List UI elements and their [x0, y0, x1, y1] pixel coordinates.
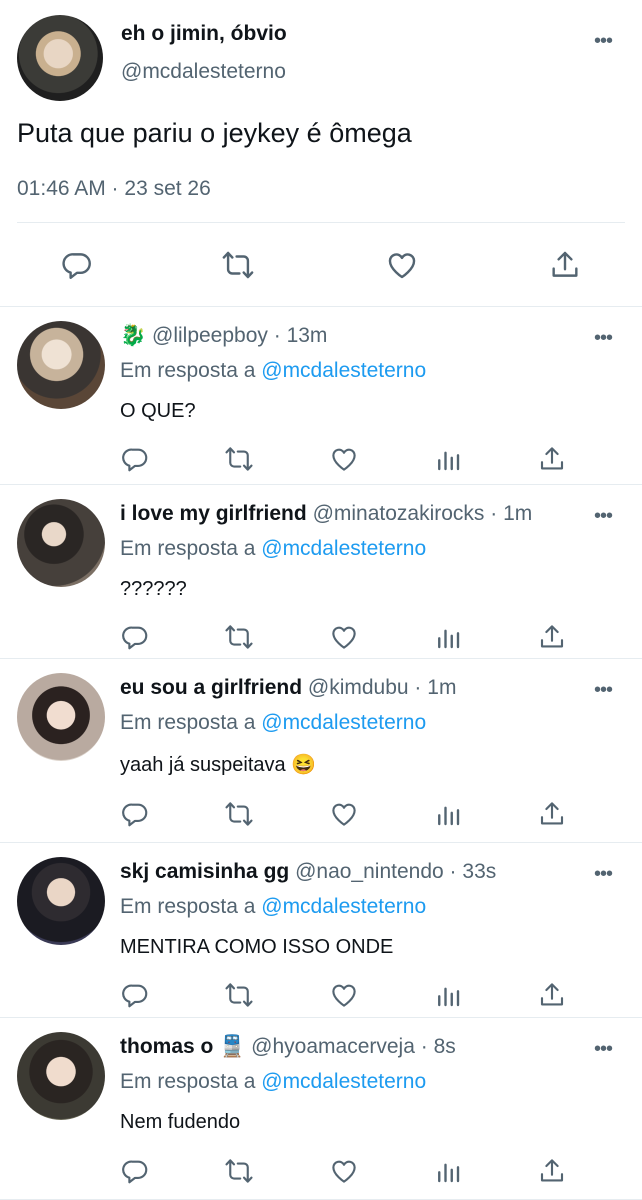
mention-link[interactable]: @mcdalesteterno: [261, 1070, 426, 1093]
share-icon[interactable]: [537, 799, 567, 829]
reply-text: MENTIRA COMO ISSO ONDE: [120, 936, 394, 958]
in-reply-to: Em resposta a @mcdalesteterno: [120, 895, 426, 919]
like-icon[interactable]: [329, 622, 359, 652]
reply-icon[interactable]: [120, 444, 150, 474]
reply-time[interactable]: 1m: [503, 502, 532, 525]
analytics-icon[interactable]: [433, 444, 463, 474]
analytics-icon[interactable]: [433, 622, 463, 652]
reply-handle[interactable]: @kimdubu: [308, 676, 409, 699]
more-options-icon[interactable]: •••: [594, 505, 613, 528]
reply-icon[interactable]: [120, 1156, 150, 1186]
retweet-icon[interactable]: [224, 444, 254, 474]
mention-link[interactable]: @mcdalesteterno: [261, 359, 426, 382]
more-options-icon[interactable]: •••: [594, 327, 613, 350]
reply-name[interactable]: i love my girlfriend: [120, 502, 307, 525]
in-reply-to-label: Em resposta a: [120, 895, 256, 918]
reply-time[interactable]: 13m: [287, 324, 328, 347]
reply-text: Nem fudendo: [120, 1111, 241, 1133]
reply-header: thomas o 🚆 @hyoamacerveja · 8s: [120, 1035, 456, 1059]
avatar[interactable]: [17, 15, 103, 101]
reply-icon[interactable]: [120, 799, 150, 829]
share-icon[interactable]: [537, 1156, 567, 1186]
reply-tweet[interactable]: thomas o 🚆 @hyoamacerveja · 8s ••• Em re…: [0, 1018, 642, 1200]
avatar[interactable]: [17, 499, 105, 587]
reply-text: yaah já suspeitava 😆: [120, 754, 317, 776]
reply-name[interactable]: skj camisinha gg: [120, 860, 289, 883]
more-options-icon[interactable]: •••: [594, 1038, 613, 1061]
in-reply-to-label: Em resposta a: [120, 537, 256, 560]
reply-icon[interactable]: [120, 622, 150, 652]
reply-header: eu sou a girlfriend @kimdubu · 1m: [120, 676, 456, 700]
reply-text: O QUE?: [120, 400, 196, 422]
more-options-icon[interactable]: •••: [594, 679, 613, 702]
analytics-icon[interactable]: [433, 980, 463, 1010]
author-handle[interactable]: @mcdalesteterno: [121, 60, 286, 84]
reply-tweet[interactable]: i love my girlfriend @minatozakirocks · …: [0, 485, 642, 659]
tweet-timestamp[interactable]: 01:46 AM · 23 set 26: [17, 177, 211, 201]
like-icon[interactable]: [329, 980, 359, 1010]
reply-icon[interactable]: [120, 980, 150, 1010]
reply-icon[interactable]: [60, 248, 94, 282]
like-icon[interactable]: [385, 248, 419, 282]
retweet-icon[interactable]: [224, 622, 254, 652]
like-icon[interactable]: [329, 1156, 359, 1186]
avatar[interactable]: [17, 673, 105, 761]
share-icon[interactable]: [537, 980, 567, 1010]
more-options-icon[interactable]: •••: [594, 863, 613, 886]
reply-header: 🐉 @lilpeepboy · 13m: [120, 324, 327, 348]
reply-header: i love my girlfriend @minatozakirocks · …: [120, 502, 532, 526]
separator-dot: ·: [420, 1035, 428, 1058]
reply-header: skj camisinha gg @nao_nintendo · 33s: [120, 860, 496, 884]
avatar[interactable]: [17, 1032, 105, 1120]
avatar[interactable]: [17, 321, 105, 409]
separator-dot: ·: [273, 324, 281, 347]
in-reply-to: Em resposta a @mcdalesteterno: [120, 359, 426, 383]
share-icon[interactable]: [537, 622, 567, 652]
tweet-text: Puta que pariu o jeykey é ômega: [17, 118, 412, 148]
retweet-icon[interactable]: [224, 799, 254, 829]
share-icon[interactable]: [548, 248, 582, 282]
retweet-icon[interactable]: [224, 1156, 254, 1186]
like-icon[interactable]: [329, 444, 359, 474]
reply-tweet[interactable]: 🐉 @lilpeepboy · 13m ••• Em resposta a @m…: [0, 307, 642, 485]
reply-time[interactable]: 33s: [462, 860, 496, 883]
reply-time[interactable]: 1m: [427, 676, 456, 699]
reply-name[interactable]: thomas o 🚆: [120, 1035, 245, 1058]
reply-time[interactable]: 8s: [434, 1035, 456, 1058]
main-tweet: eh o jimin, óbvio @mcdalesteterno ••• Pu…: [0, 0, 642, 307]
analytics-icon[interactable]: [433, 799, 463, 829]
separator-dot: ·: [490, 502, 498, 525]
in-reply-to-label: Em resposta a: [120, 1070, 256, 1093]
in-reply-to: Em resposta a @mcdalesteterno: [120, 537, 426, 561]
reply-handle[interactable]: @nao_nintendo: [295, 860, 444, 883]
more-options-icon[interactable]: •••: [594, 30, 613, 53]
in-reply-to-label: Em resposta a: [120, 711, 256, 734]
reply-handle[interactable]: @minatozakirocks: [313, 502, 485, 525]
analytics-icon[interactable]: [433, 1156, 463, 1186]
in-reply-to: Em resposta a @mcdalesteterno: [120, 711, 426, 735]
mention-link[interactable]: @mcdalesteterno: [261, 537, 426, 560]
reply-text: ??????: [120, 578, 187, 600]
reply-name[interactable]: eu sou a girlfriend: [120, 676, 302, 699]
in-reply-to-label: Em resposta a: [120, 359, 256, 382]
divider: [17, 222, 625, 223]
reply-tweet[interactable]: skj camisinha gg @nao_nintendo · 33s •••…: [0, 843, 642, 1018]
avatar[interactable]: [17, 857, 105, 945]
separator-dot: ·: [449, 860, 457, 883]
mention-link[interactable]: @mcdalesteterno: [261, 711, 426, 734]
share-icon[interactable]: [537, 444, 567, 474]
separator-dot: ·: [414, 676, 422, 699]
retweet-icon[interactable]: [221, 248, 255, 282]
mention-link[interactable]: @mcdalesteterno: [261, 895, 426, 918]
reply-handle[interactable]: @hyoamacerveja: [251, 1035, 415, 1058]
retweet-icon[interactable]: [224, 980, 254, 1010]
reply-tweet[interactable]: eu sou a girlfriend @kimdubu · 1m ••• Em…: [0, 659, 642, 843]
reply-handle[interactable]: @lilpeepboy: [152, 324, 268, 347]
author-name[interactable]: eh o jimin, óbvio: [121, 22, 287, 46]
like-icon[interactable]: [329, 799, 359, 829]
in-reply-to: Em resposta a @mcdalesteterno: [120, 1070, 426, 1094]
reply-name-emoji: 🐉: [120, 324, 147, 347]
